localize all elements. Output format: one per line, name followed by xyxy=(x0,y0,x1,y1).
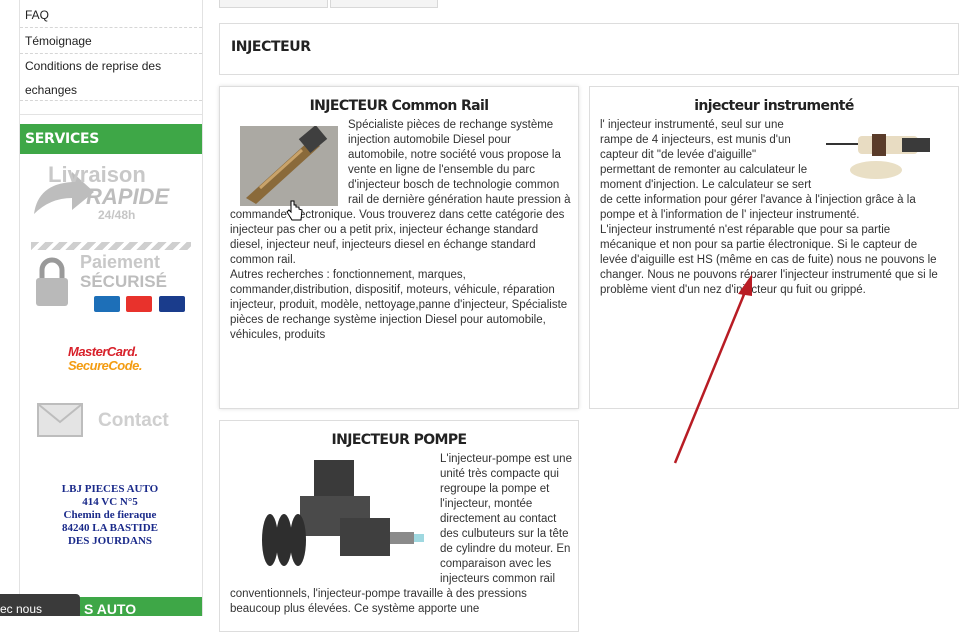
annotation-arrow xyxy=(673,274,752,464)
